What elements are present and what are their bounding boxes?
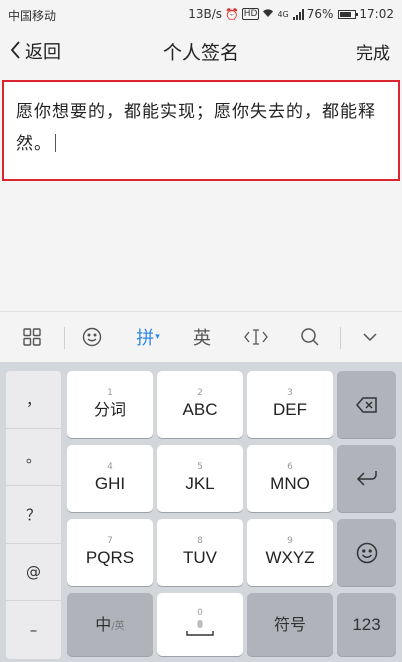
key-3-def[interactable]: 3 DEF [247,371,333,438]
lang-main-label: 中 [95,614,112,634]
clock: 17:02 [359,7,394,21]
punctuation-column: ， 。 ？ @ – [6,371,61,659]
battery-percent: 76% [306,7,334,21]
back-label: 返回 [25,42,61,63]
key-label: GHI [94,474,126,493]
punct-key[interactable]: 。 [6,429,61,487]
battery-icon [338,9,359,19]
enter-key[interactable] [337,445,396,512]
pinyin-mode-button[interactable]: 拼 ▾ [128,312,168,362]
text-caret [55,134,56,152]
english-label: 英 [193,328,211,349]
key-9-wxyz[interactable]: 9 WXYZ [247,519,333,586]
key-number: 0 [197,608,203,618]
key-number: 8 [197,536,203,546]
key-label: 分词 [93,400,126,419]
status-icons: 13B/s ⏰ HD 4G 76% 17:02 [188,7,394,21]
key-number: 4 [107,462,113,472]
search-icon[interactable] [290,312,330,362]
key-number: 5 [197,462,203,472]
signal-icon [292,8,304,20]
keyboard: ， 。 ？ @ – 1 分词 2 ABC 3 DEF 4 GHI 5 JKL 6… [0,362,402,662]
backspace-key[interactable] [337,371,396,438]
key-8-tuv[interactable]: 8 TUV [157,519,243,586]
keyboard-toolbar: 拼 ▾ 英 [0,311,402,361]
key-label: JKL [185,474,215,493]
space-key[interactable]: 0 [157,593,243,656]
mic-space-icon [185,619,215,641]
key-6-mno[interactable]: 6 MNO [247,445,333,512]
punct-key[interactable]: @ [6,544,61,602]
key-label: MNO [270,474,310,493]
network-type: 4G [277,9,289,19]
key-1-segment[interactable]: 1 分词 [67,371,153,438]
key-label: DEF [273,400,307,419]
punct-key[interactable]: ？ [6,486,61,544]
key-label: PQRS [85,548,135,567]
key-number: 7 [107,536,113,546]
cursor-move-icon[interactable] [236,312,276,362]
back-button[interactable]: 返回 [10,38,61,64]
wifi-icon [262,8,274,21]
toolbar-divider [64,327,65,349]
signature-input[interactable]: 愿你想要的，都能实现；愿你失去的，都能释然。 [2,80,400,181]
key-label: 符号 [273,614,306,634]
signature-text: 愿你想要的，都能实现；愿你失去的，都能释然。 [16,102,376,154]
punct-key[interactable]: – [6,601,61,659]
lang-switch-key[interactable]: 中/英 [67,593,153,656]
backspace-icon [355,393,379,417]
enter-icon [355,467,379,491]
key-number: 6 [287,462,293,472]
alarm-icon: ⏰ [225,7,239,21]
smiley-icon[interactable] [74,312,110,362]
punct-key[interactable]: ， [6,371,61,429]
key-4-ghi[interactable]: 4 GHI [67,445,153,512]
key-5-jkl[interactable]: 5 JKL [157,445,243,512]
done-button[interactable]: 完成 [356,39,390,64]
status-bar: 中国移动 13B/s ⏰ HD 4G 76% 17:02 [0,0,402,28]
emoji-key[interactable] [337,519,396,586]
key-label: 123 [352,614,381,634]
symbol-key[interactable]: 符号 [247,593,333,656]
key-label: ABC [182,400,218,419]
chevron-down-icon[interactable] [350,312,390,362]
key-number: 9 [287,536,293,546]
key-number: 2 [197,388,203,398]
hd-icon: HD [241,8,260,20]
key-label: TUV [183,548,217,567]
key-label: WXYZ [265,548,315,567]
lang-sub-label: /英 [111,621,125,632]
nav-bar: 返回 个人签名 完成 [0,28,402,74]
key-7-pqrs[interactable]: 7 PQRS [67,519,153,586]
emoji-icon [355,541,379,565]
english-mode-button[interactable]: 英 [182,312,222,362]
network-speed: 13B/s [188,7,223,21]
carrier-name: 中国移动 [8,9,57,23]
key-number: 1 [107,388,113,398]
dropdown-icon: ▾ [155,332,160,342]
pinyin-label: 拼 [136,328,155,349]
key-number: 3 [287,388,293,398]
numeric-key[interactable]: 123 [337,593,396,656]
chevron-left-icon [10,40,21,62]
grid-icon[interactable] [14,312,50,362]
key-2-abc[interactable]: 2 ABC [157,371,243,438]
toolbar-divider [340,327,341,349]
